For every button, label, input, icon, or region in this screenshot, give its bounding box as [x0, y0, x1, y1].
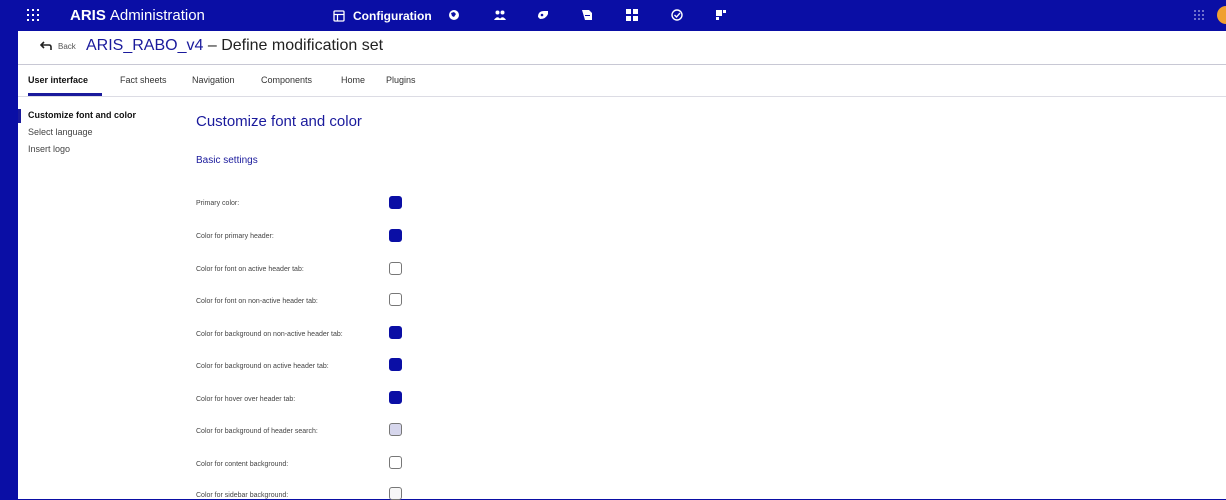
setting-label: Color for font on non-active header tab:	[196, 298, 318, 305]
setting-label: Color for hover over header tab:	[196, 396, 296, 403]
setting-label: Color for content background:	[196, 461, 289, 468]
color-swatch[interactable]	[389, 196, 402, 209]
subsection-title: Basic settings	[196, 155, 258, 166]
color-swatch[interactable]	[389, 358, 402, 371]
app-launcher-icon[interactable]	[24, 6, 42, 24]
dashboard-icon[interactable]	[625, 8, 639, 22]
globe-icon[interactable]	[447, 8, 461, 22]
sidenav-item-customize-font-and-color[interactable]: Customize font and color	[28, 110, 136, 120]
tab-home[interactable]: Home	[341, 75, 365, 85]
setting-label: Color for primary header:	[196, 233, 274, 240]
tab-navigation[interactable]: Navigation	[192, 75, 235, 85]
content-panel: Customize font and color Basic settings …	[196, 97, 1216, 500]
tab-user-interface[interactable]: User interface	[28, 75, 88, 85]
main-area: Customize font and color Select language…	[18, 97, 1226, 500]
nav-configuration[interactable]: Configuration	[333, 6, 432, 26]
setting-label: Color for font on active header tab:	[196, 266, 304, 273]
back-arrow-icon	[40, 41, 52, 50]
document-icon[interactable]	[580, 8, 594, 22]
key-icon[interactable]	[536, 8, 550, 22]
back-button[interactable]: Back	[40, 41, 76, 51]
page-title-name: ARIS_RABO_v4	[86, 37, 204, 54]
layout-icon[interactable]	[714, 8, 728, 22]
configuration-icon	[333, 10, 345, 22]
active-item-indicator	[18, 109, 21, 123]
color-swatch[interactable]	[389, 326, 402, 339]
tab-bar: User interface Fact sheets Navigation Co…	[18, 65, 1226, 97]
setting-label: Color for background on non-active heade…	[196, 331, 343, 338]
app-title-name: Administration	[109, 7, 205, 24]
setting-label: Color for background of header search:	[196, 428, 318, 435]
color-swatch[interactable]	[389, 391, 402, 404]
tab-components[interactable]: Components	[261, 75, 312, 85]
back-label: Back	[58, 41, 76, 51]
avatar-icon[interactable]	[1216, 5, 1226, 25]
side-navigation: Customize font and color Select language…	[18, 97, 178, 499]
active-tab-indicator	[28, 93, 102, 96]
page-title: ARIS_RABO_v4 – Define modification set	[86, 37, 383, 55]
color-swatch[interactable]	[389, 487, 402, 500]
setting-label: Color for sidebar background:	[196, 492, 289, 499]
nav-configuration-label: Configuration	[353, 9, 432, 23]
section-title: Customize font and color	[196, 113, 362, 130]
top-bar: ARIS Administration Configuration	[0, 0, 1226, 31]
tab-plugins[interactable]: Plugins	[386, 75, 416, 85]
setting-label: Primary color:	[196, 200, 240, 207]
users-icon[interactable]	[493, 8, 507, 22]
apps-icon[interactable]	[1192, 8, 1206, 22]
setting-label: Color for background on active header ta…	[196, 363, 329, 370]
page-title-suffix: – Define modification set	[207, 37, 384, 54]
color-swatch[interactable]	[389, 293, 402, 306]
color-swatch[interactable]	[389, 456, 402, 469]
sidenav-item-insert-logo[interactable]: Insert logo	[28, 144, 70, 154]
check-icon[interactable]	[670, 8, 684, 22]
app-title: ARIS Administration	[70, 7, 205, 24]
page-header: Back ARIS_RABO_v4 – Define modification …	[18, 31, 1226, 65]
app-title-bold: ARIS	[70, 7, 106, 24]
color-swatch[interactable]	[389, 262, 402, 275]
color-swatch[interactable]	[389, 423, 402, 436]
color-swatch[interactable]	[389, 229, 402, 242]
tab-fact-sheets[interactable]: Fact sheets	[120, 75, 167, 85]
sidenav-item-select-language[interactable]: Select language	[28, 127, 93, 137]
